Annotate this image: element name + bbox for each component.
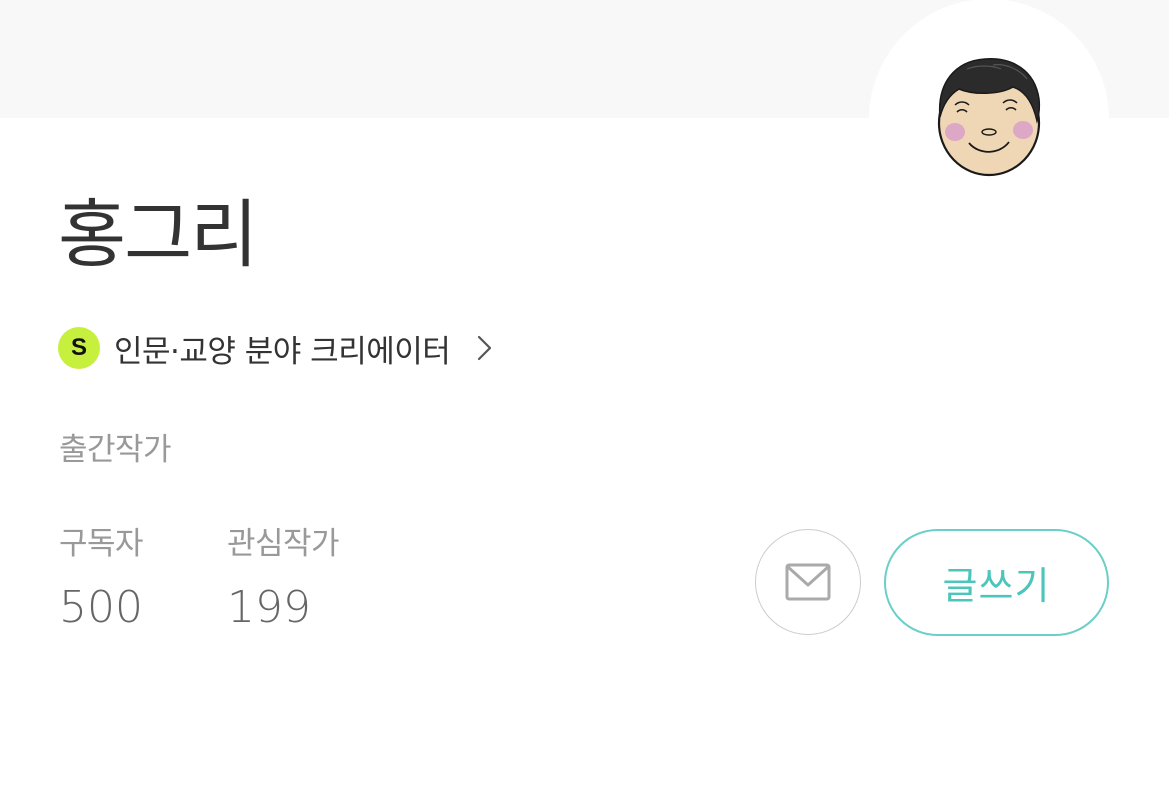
envelope-icon [785,563,831,601]
subscribers-label: 구독자 [59,526,144,562]
creator-badge-icon: S [58,327,100,369]
stat-subscribers[interactable]: 구독자 500 [59,524,144,633]
write-button[interactable]: 글쓰기 [884,529,1109,636]
following-label: 관심작가 [227,526,340,562]
creator-label: 인문·교양 분야 크리에이터 [114,333,451,370]
avatar[interactable] [933,55,1045,177]
creator-link[interactable]: S 인문·교양 분야 크리에이터 [58,326,494,370]
chevron-right-icon [478,335,492,361]
subscribers-count: 500 [59,582,143,633]
author-tag: 출간작가 [59,432,172,468]
author-name: 홍그리 [58,192,258,278]
message-button[interactable] [755,529,861,635]
following-count: 199 [227,582,311,633]
stat-following[interactable]: 관심작가 199 [227,524,340,633]
profile-page: 홍그리 S 인문·교양 분야 크리에이터 출간작가 구독자 500 관심작가 1… [0,0,1169,787]
